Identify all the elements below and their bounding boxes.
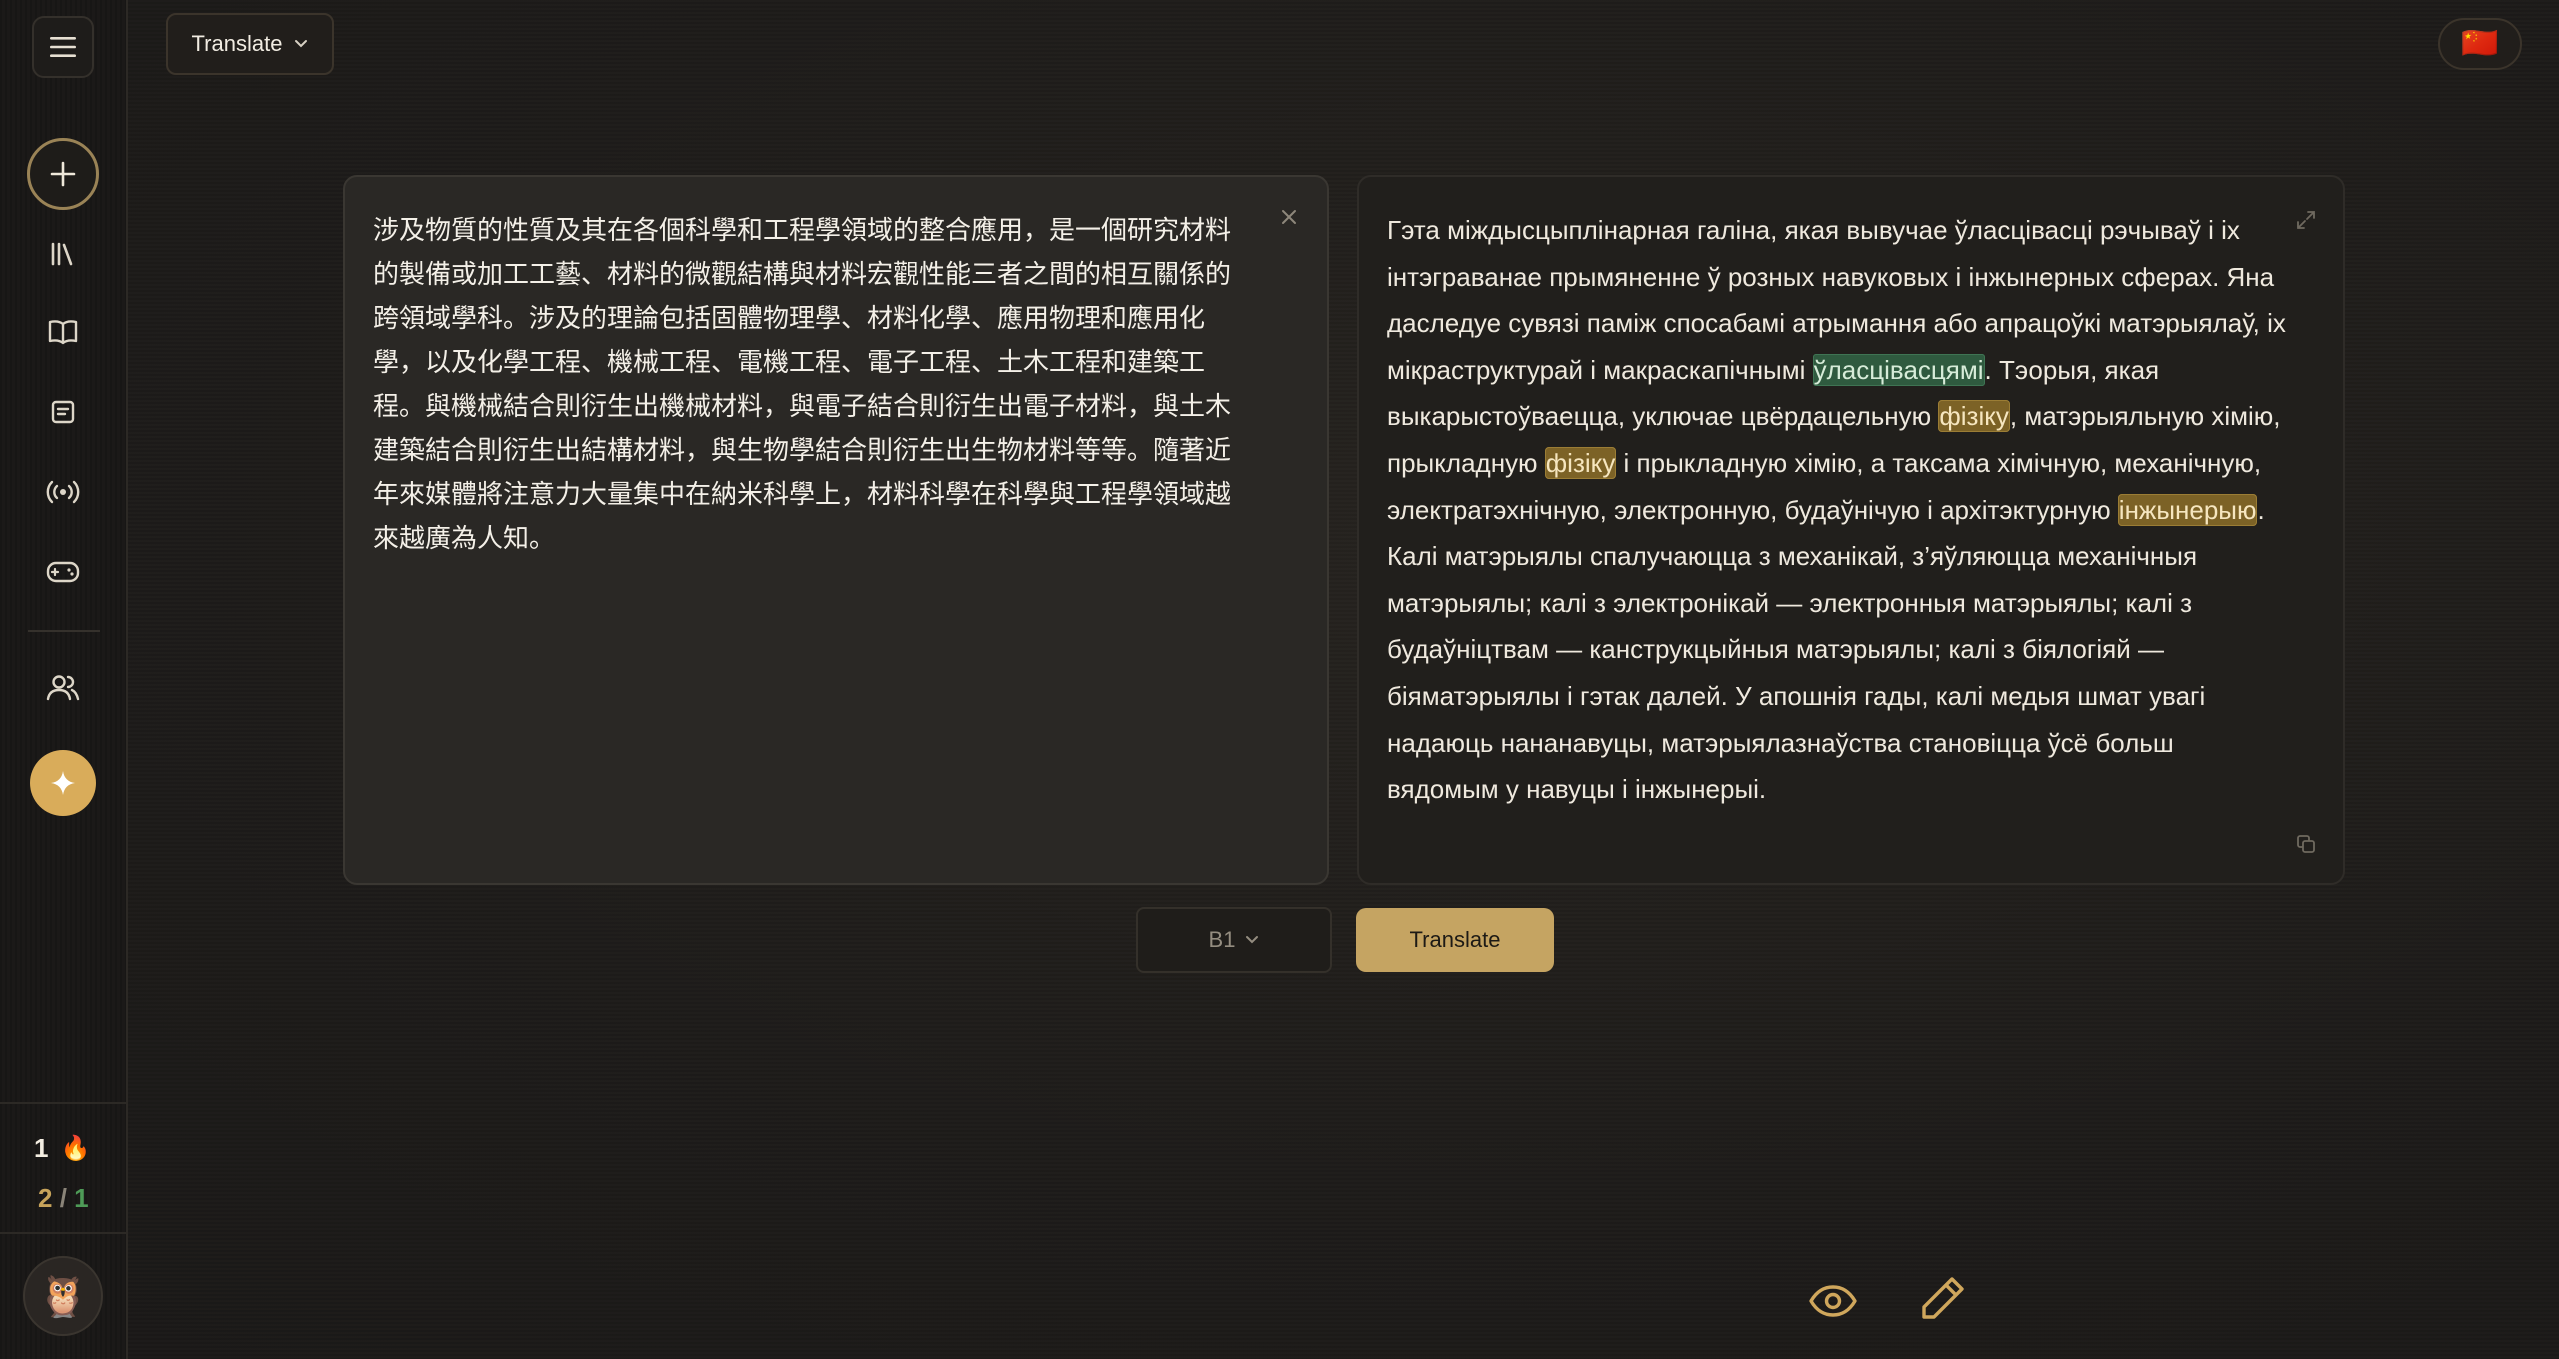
broadcast-icon	[46, 480, 80, 504]
sidebar-item-games[interactable]	[37, 546, 89, 598]
mode-dropdown[interactable]: Translate	[166, 13, 334, 75]
toggle-visibility-button[interactable]	[1806, 1274, 1860, 1328]
chevron-down-icon	[295, 40, 308, 48]
translation-segment: . Калі матэрыялы спалучаюцца з механікай…	[1387, 494, 2265, 805]
new-item-button[interactable]	[27, 138, 99, 210]
chevron-down-icon	[1246, 936, 1259, 944]
edit-button[interactable]	[1915, 1270, 1971, 1326]
ai-assistant-button[interactable]	[30, 750, 96, 816]
menu-button[interactable]	[32, 16, 94, 78]
eye-icon	[1809, 1285, 1857, 1317]
daily-progress: 2 / 1	[38, 1183, 89, 1214]
clear-button[interactable]	[1275, 203, 1303, 231]
level-value: B1	[1208, 927, 1236, 952]
translation-text: Гэта міждысцыплінарная галіна, якая выву…	[1387, 207, 2287, 813]
source-text[interactable]: 涉及物質的性質及其在各個科學和工程學領域的整合應用，是一個研究材料的製備或加工工…	[373, 209, 1253, 561]
language-selector[interactable]: 🇨🇳	[2438, 18, 2522, 70]
copy-button[interactable]	[2291, 829, 2321, 859]
streak-counter: 1 🔥	[34, 1133, 90, 1164]
mode-label: Translate	[191, 31, 283, 56]
sidebar-item-podcast[interactable]	[37, 466, 89, 518]
owl-icon: 🦉	[38, 1274, 88, 1319]
plus-icon	[50, 161, 76, 187]
library-icon	[51, 242, 73, 266]
hamburger-icon	[50, 37, 76, 57]
expand-button[interactable]	[2291, 205, 2321, 235]
pencil-icon	[1922, 1277, 1964, 1319]
sidebar-item-community[interactable]	[37, 661, 89, 713]
highlighted-word-learning[interactable]: фізіку	[1938, 400, 2010, 433]
highlighted-word-learning[interactable]: інжынерыю	[2117, 493, 2258, 526]
book-open-icon	[48, 320, 78, 345]
users-icon	[46, 675, 80, 701]
streak-count: 1	[34, 1133, 49, 1163]
copy-icon	[2297, 835, 2315, 853]
translation-panel: Гэта міждысцыплінарная галіна, якая выву…	[1357, 175, 2345, 885]
expand-icon	[2297, 211, 2315, 229]
note-icon	[51, 400, 75, 424]
source-text-panel[interactable]: 涉及物質的性質及其在各個科學和工程學領域的整合應用，是一個研究材料的製備或加工工…	[343, 175, 1329, 885]
user-avatar[interactable]: 🦉	[23, 1256, 103, 1336]
progress-total: 1	[74, 1183, 89, 1213]
gamepad-icon	[46, 561, 80, 583]
sidebar-item-notes[interactable]	[37, 386, 89, 438]
sidebar-divider-bottom	[0, 1102, 126, 1104]
sidebar-divider	[28, 630, 100, 632]
china-flag-icon: 🇨🇳	[2461, 27, 2499, 60]
close-icon	[1282, 210, 1296, 224]
sidebar-item-book[interactable]	[37, 306, 89, 358]
highlighted-word-learning[interactable]: фізіку	[1544, 446, 1617, 479]
progress-separator: /	[59, 1183, 67, 1213]
sparkle-icon	[51, 771, 75, 795]
progress-done: 2	[38, 1183, 53, 1213]
translate-button[interactable]: Translate	[1356, 908, 1554, 972]
fire-icon: 🔥	[60, 1135, 91, 1162]
highlighted-word-known[interactable]: ўласцівасцямі	[1812, 353, 1985, 386]
level-dropdown[interactable]: B1	[1136, 907, 1332, 973]
sidebar: 1 🔥 2 / 1 🦉	[0, 0, 128, 1359]
sidebar-divider-avatar	[0, 1232, 126, 1234]
sidebar-item-library[interactable]	[37, 228, 89, 280]
